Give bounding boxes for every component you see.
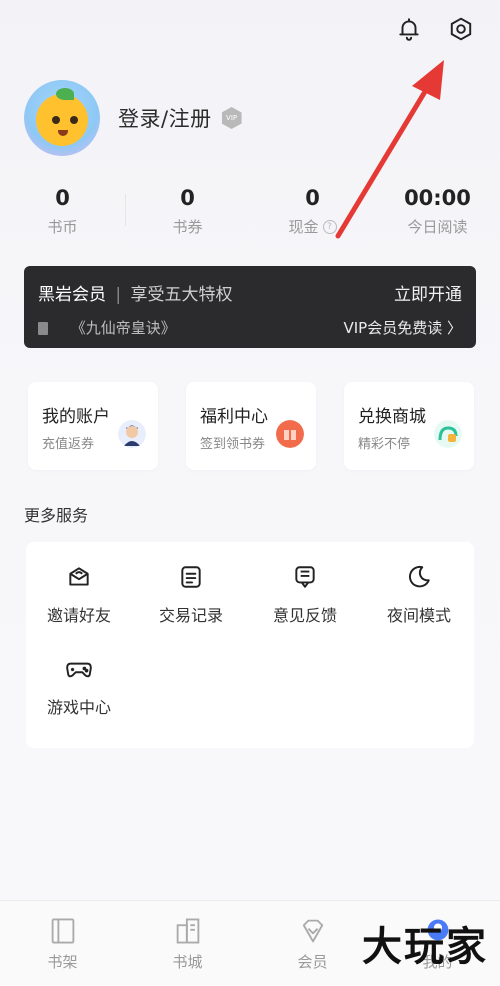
service-label: 邀请好友 <box>46 606 111 625</box>
avatar[interactable] <box>24 80 100 156</box>
bookshelf-icon <box>0 915 125 947</box>
vip-subtitle: 享受五大特权 <box>130 285 233 305</box>
tab-bookstore[interactable]: 书城 <box>125 901 250 986</box>
service-game-center[interactable]: 游戏中心 <box>29 656 129 718</box>
top-icons <box>394 14 476 44</box>
service-invite-friends[interactable]: 邀请好友 <box>29 564 129 626</box>
info-icon[interactable]: ? <box>322 219 337 234</box>
vip-membership-card[interactable]: 黑岩会员 | 享受五大特权 立即开通 《九仙帝皇诀》 VIP会员免费读 〉 <box>24 266 476 348</box>
membership-icon <box>250 915 375 947</box>
book-icon <box>38 322 48 335</box>
nav-label: 会员 <box>297 953 328 971</box>
vip-free-read-link[interactable]: VIP会员免费读 〉 <box>344 317 463 338</box>
service-transaction-records[interactable]: 交易记录 <box>141 564 241 626</box>
vip-book-title[interactable]: 《九仙帝皇诀》 <box>71 319 176 337</box>
stat-label: 书券 <box>172 218 203 236</box>
stat-label: 今日阅读 <box>407 218 468 236</box>
exchange-mall-card[interactable]: 兑换商城 精彩不停 <box>344 382 474 470</box>
stat-value: 00:00 <box>404 186 471 210</box>
more-services-title: 更多服务 <box>24 506 89 525</box>
service-night-mode[interactable]: 夜间模式 <box>369 564 469 626</box>
my-account-card[interactable]: 我的账户 充值返券 <box>28 382 158 470</box>
vip-open-button[interactable]: 立即开通 <box>394 280 462 305</box>
stat-value: 0 <box>180 186 195 210</box>
stat-value: 0 <box>55 186 70 210</box>
stat-today-reading[interactable]: 00:00 今日阅读 <box>375 186 500 237</box>
settings-icon[interactable] <box>446 14 476 44</box>
stats-row: 0 书币 0 书券 0 现金 ? 00:00 今日阅读 <box>0 186 500 237</box>
service-label: 交易记录 <box>158 606 223 625</box>
vip-badge-icon: VIP <box>221 107 242 129</box>
stat-cash[interactable]: 0 现金 ? <box>250 186 375 237</box>
service-label: 意见反馈 <box>272 606 337 625</box>
more-services-panel: 邀请好友 交易记录 意见反馈 夜间模式 游戏中心 <box>26 542 474 748</box>
shop-icon <box>434 420 462 448</box>
login-register-link[interactable]: 登录/注册 <box>118 103 212 133</box>
nav-label: 书架 <box>47 953 78 971</box>
vip-separator: | <box>115 285 122 305</box>
profile-header[interactable]: 登录/注册 VIP <box>24 80 242 156</box>
bell-icon[interactable] <box>394 14 424 44</box>
tab-membership[interactable]: 会员 <box>250 901 375 986</box>
service-feedback[interactable]: 意见反馈 <box>255 564 355 626</box>
watermark-text: 大玩家 <box>362 923 488 970</box>
moon-icon <box>369 564 469 590</box>
feedback-icon <box>255 564 355 590</box>
transaction-icon <box>141 564 241 590</box>
tab-bookshelf[interactable]: 书架 <box>0 901 125 986</box>
quick-cards: 我的账户 充值返券 福利中心 签到领书券 兑换商城 精彩不停 <box>28 382 474 470</box>
bookstore-icon <box>125 915 250 947</box>
stat-value: 0 <box>305 186 320 210</box>
stat-book-vouchers[interactable]: 0 书券 <box>125 186 250 237</box>
service-label: 游戏中心 <box>46 698 111 717</box>
stat-label: 现金 <box>288 218 319 236</box>
vip-title: 黑岩会员 <box>38 285 106 305</box>
account-avatar-icon <box>118 420 146 448</box>
service-label: 夜间模式 <box>386 606 451 625</box>
stat-book-coins[interactable]: 0 书币 <box>0 186 125 237</box>
nav-label: 书城 <box>172 953 203 971</box>
welfare-center-card[interactable]: 福利中心 签到领书券 <box>186 382 316 470</box>
stat-label: 书币 <box>47 218 78 236</box>
gift-icon <box>276 420 304 448</box>
divider <box>125 194 126 226</box>
gamepad-icon <box>29 656 129 682</box>
invite-icon <box>29 564 129 590</box>
